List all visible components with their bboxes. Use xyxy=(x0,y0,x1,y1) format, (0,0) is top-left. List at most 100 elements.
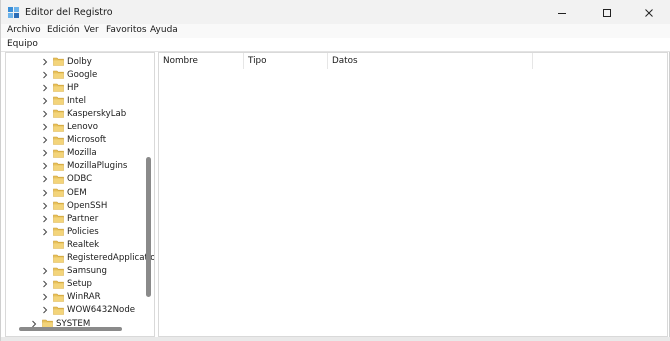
tree-item-label: Dolby xyxy=(67,56,92,67)
chevron-right-icon[interactable] xyxy=(41,304,49,317)
chevron-right-icon[interactable] xyxy=(41,225,49,238)
tree-item-label: Intel xyxy=(67,95,87,106)
folder-icon xyxy=(53,267,64,276)
close-icon xyxy=(645,9,653,17)
tree-horizontal-scrollbar[interactable] xyxy=(19,327,122,331)
menu-favoritos[interactable]: Favoritos xyxy=(106,25,147,35)
chevron-right-icon xyxy=(41,252,49,265)
chevron-right-icon[interactable] xyxy=(41,94,49,107)
tree-item-label: Policies xyxy=(67,226,99,237)
tree-item[interactable]: Dolby xyxy=(41,55,92,68)
folder-icon xyxy=(53,293,64,302)
folder-icon xyxy=(53,306,64,315)
tree-vertical-scrollbar[interactable] xyxy=(146,157,151,297)
folder-icon xyxy=(53,175,64,184)
tree-item-label: WinRAR xyxy=(67,292,101,303)
tree-item-label: Realtek xyxy=(67,239,100,250)
tree-item[interactable]: Google xyxy=(41,68,97,81)
chevron-right-icon[interactable] xyxy=(41,291,49,304)
key-tree-pane[interactable]: Dolby Google HP Intel KasperskyLab Lenovo Micr… xyxy=(5,52,155,337)
folder-icon xyxy=(53,70,64,79)
folder-icon xyxy=(53,162,64,171)
column-header-tipo[interactable]: Tipo xyxy=(244,53,328,69)
tree-item[interactable]: Lenovo xyxy=(41,121,98,134)
tree-item-label: MozillaPlugins xyxy=(67,161,128,172)
tree-item[interactable]: WOW6432Node xyxy=(41,304,135,317)
tree-item[interactable]: WinRAR xyxy=(41,291,101,304)
tree-item-label: WOW6432Node xyxy=(67,305,136,316)
maximize-icon xyxy=(603,9,611,17)
chevron-right-icon[interactable] xyxy=(41,278,49,291)
folder-icon xyxy=(53,123,64,132)
tree-item[interactable]: Setup xyxy=(41,278,92,291)
menu-archivo[interactable]: Archivo xyxy=(7,25,41,35)
folder-icon xyxy=(53,280,64,289)
folder-icon xyxy=(53,214,64,223)
tree-item[interactable]: Realtek xyxy=(41,238,99,251)
menu-edicion[interactable]: Edición xyxy=(47,25,80,35)
tree-item[interactable]: MozillaPlugins xyxy=(41,160,127,173)
folder-icon xyxy=(53,110,64,119)
values-list-pane[interactable]: Nombre Tipo Datos xyxy=(158,52,668,337)
tree-item-label: Lenovo xyxy=(67,122,98,132)
chevron-right-icon[interactable] xyxy=(41,121,49,134)
minimize-button[interactable] xyxy=(540,0,584,26)
folder-icon xyxy=(53,227,64,237)
window-title: Editor del Registro xyxy=(25,7,113,18)
column-header-nombre[interactable]: Nombre xyxy=(159,53,244,69)
tree-item[interactable]: Partner xyxy=(41,212,98,225)
column-header-datos[interactable]: Datos xyxy=(328,53,533,69)
registry-app-icon xyxy=(8,7,19,18)
tree-item[interactable]: Mozilla xyxy=(41,147,97,160)
tree-item-label: KasperskyLab xyxy=(67,108,127,119)
tree-item[interactable]: ODBC xyxy=(41,173,92,186)
tree-item[interactable]: HP xyxy=(41,81,79,94)
chevron-right-icon[interactable] xyxy=(41,265,49,278)
address-path[interactable]: Equipo xyxy=(7,39,38,49)
chevron-right-icon xyxy=(41,238,49,251)
tree-item-label: HP xyxy=(67,82,79,93)
menu-ver[interactable]: Ver xyxy=(84,25,99,35)
folder-icon xyxy=(53,83,64,92)
folder-icon xyxy=(53,136,64,145)
tree-item[interactable]: OEM xyxy=(41,186,87,199)
maximize-button[interactable] xyxy=(585,0,629,26)
chevron-right-icon[interactable] xyxy=(41,186,49,199)
window-bottom-edge xyxy=(1,337,670,341)
chevron-right-icon[interactable] xyxy=(41,212,49,225)
menu-ayuda[interactable]: Ayuda xyxy=(150,25,178,35)
registry-editor-window: Editor del Registro Archivo Edición Ver … xyxy=(0,0,670,341)
tree-item[interactable]: RegisteredApplication xyxy=(41,252,155,265)
tree-item-label: Setup xyxy=(67,279,93,290)
close-button[interactable] xyxy=(627,0,670,26)
tree-item-label: OEM xyxy=(67,187,87,198)
address-bar[interactable]: Equipo xyxy=(1,38,670,52)
chevron-right-icon[interactable] xyxy=(41,173,49,186)
tree-item-label: Microsoft xyxy=(67,135,107,146)
title-bar[interactable]: Editor del Registro xyxy=(1,0,670,26)
folder-icon xyxy=(53,57,64,66)
tree-item[interactable]: Intel xyxy=(41,94,86,107)
folder-icon xyxy=(53,188,64,197)
chevron-right-icon[interactable] xyxy=(41,199,49,212)
tree-item-label: Google xyxy=(67,69,98,80)
tree-item-label: Mozilla xyxy=(67,148,97,159)
chevron-right-icon[interactable] xyxy=(41,68,49,81)
tree-item-label: RegisteredApplication xyxy=(67,253,155,263)
menu-bar: Archivo Edición Ver Favoritos Ayuda xyxy=(1,24,670,38)
tree-item[interactable]: KasperskyLab xyxy=(41,107,126,120)
chevron-right-icon[interactable] xyxy=(41,134,49,147)
chevron-right-icon[interactable] xyxy=(41,81,49,94)
tree-item[interactable]: Samsung xyxy=(41,265,107,278)
folder-icon xyxy=(53,241,64,250)
tree-item-label: Partner xyxy=(67,213,99,224)
tree-item[interactable]: Policies xyxy=(41,225,99,238)
chevron-right-icon[interactable] xyxy=(41,147,49,160)
chevron-right-icon[interactable] xyxy=(41,160,49,173)
chevron-right-icon[interactable] xyxy=(41,55,49,68)
tree-item[interactable]: OpenSSH xyxy=(41,199,107,212)
tree-item[interactable]: Microsoft xyxy=(41,134,106,147)
folder-icon xyxy=(53,96,64,106)
chevron-right-icon[interactable] xyxy=(41,107,49,120)
minimize-icon xyxy=(558,13,566,14)
